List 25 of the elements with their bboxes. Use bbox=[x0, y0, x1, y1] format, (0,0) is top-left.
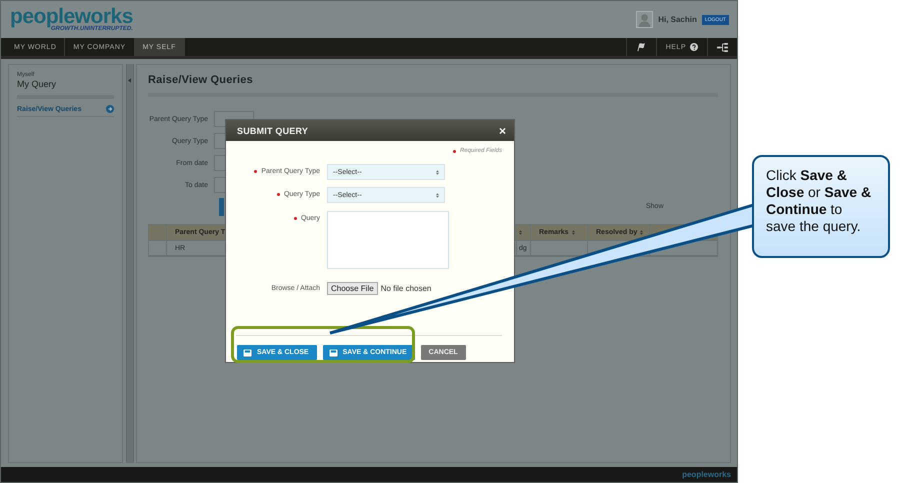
caret-icon bbox=[128, 78, 132, 83]
dropdown-arrow-icon bbox=[436, 192, 439, 198]
choose-file-button[interactable]: Choose File bbox=[327, 282, 378, 295]
required-mark-icon bbox=[452, 150, 456, 152]
user-greeting: Hi, Sachin bbox=[658, 15, 697, 24]
sitemap-icon[interactable] bbox=[717, 42, 728, 52]
footer-logo: peopleworks bbox=[682, 470, 731, 479]
sort-icon[interactable] bbox=[519, 230, 522, 235]
sidebar-title: My Query bbox=[17, 79, 58, 89]
avatar-icon bbox=[636, 11, 654, 28]
save-icon bbox=[243, 348, 252, 356]
query-text-area[interactable] bbox=[327, 211, 449, 269]
file-status: No file chosen bbox=[380, 284, 432, 293]
arrow-circle-icon bbox=[106, 105, 114, 113]
save-icon bbox=[328, 348, 338, 356]
page-title: Raise/View Queries bbox=[148, 74, 254, 86]
sort-icon[interactable] bbox=[572, 230, 575, 235]
dropdown-arrow-icon bbox=[436, 170, 439, 174]
close-button[interactable]: × bbox=[498, 124, 506, 136]
flag-icon[interactable] bbox=[636, 42, 647, 52]
sidebar-toggle[interactable] bbox=[126, 64, 134, 463]
callout-text: Click Save & Close or Save & Continue to save the query. bbox=[752, 155, 890, 258]
sort-icon[interactable] bbox=[640, 230, 644, 235]
dialog-title: SUBMIT QUERY bbox=[237, 126, 308, 136]
help-icon bbox=[690, 43, 698, 51]
